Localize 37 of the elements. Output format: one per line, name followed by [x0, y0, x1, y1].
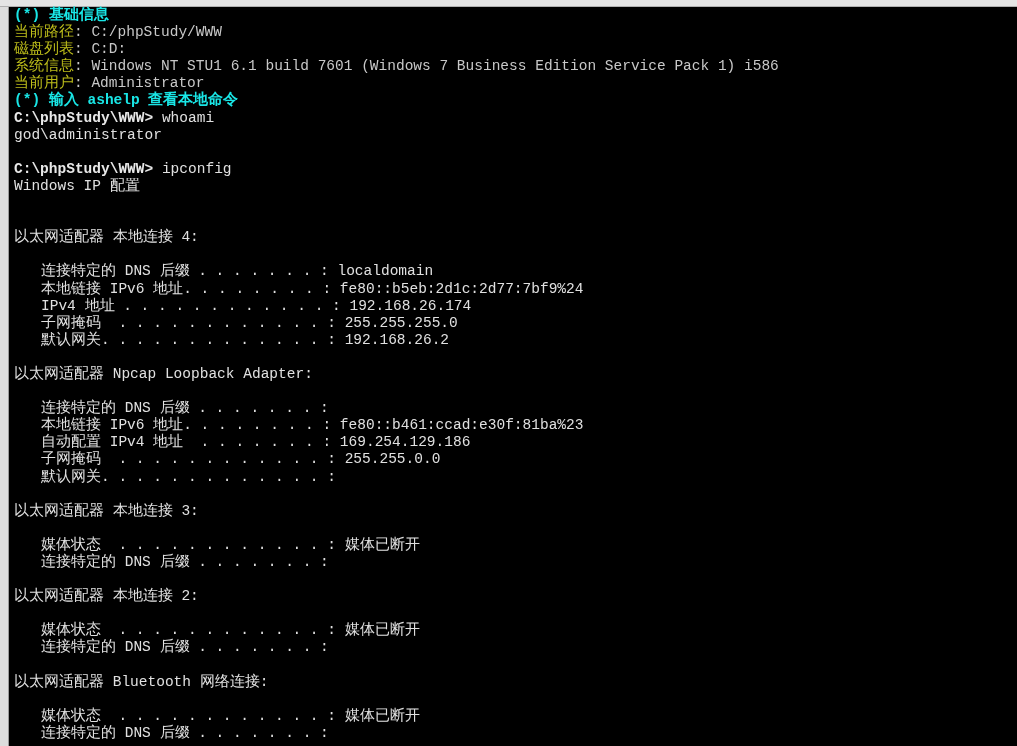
section-header: (*) 基础信息	[14, 7, 109, 23]
config-entry: 默认网关. . . . . . . . . . . . . : 192.168.26.2	[41, 331, 450, 349]
section-header: (*) 输入 ashelp 查看本地命令	[14, 92, 239, 110]
config-entry: 媒体状态 . . . . . . . . . . . . : 媒体已断开	[41, 707, 420, 724]
config-entry: 子网掩码 . . . . . . . . . . . . : 255.255.255.0	[41, 314, 458, 331]
config-entry: 自动配置 IPv4 地址 . . . . . . . : 169.254.129.186	[41, 434, 471, 451]
config-entry: IPv4 地址 . . . . . . . . . . . . : 192.168.26.174	[41, 297, 472, 315]
config-entry: 媒体状态 . . . . . . . . . . . . : 媒体已断开	[41, 622, 420, 639]
output-line: 以太网适配器 本地连接 2:	[14, 588, 199, 606]
config-entry: 连接特定的 DNS 后缀 . . . . . . . :	[41, 554, 329, 572]
command-text: ipconfig	[161, 160, 232, 178]
info-value: : Administrator	[74, 75, 205, 92]
output-line: god\administrator	[14, 126, 162, 144]
info-value: : Windows NT STU1 6.1 build 7601 (Windows 7 Business Edition Service Pack 1) i586	[74, 58, 779, 76]
output-line: 以太网适配器 本地连接 3:	[14, 502, 199, 520]
config-entry: 本地链接 IPv6 地址. . . . . . . . : fe80::b461:ccad:e30f:81ba%23	[41, 417, 584, 434]
config-entry: 连接特定的 DNS 后缀 . . . . . . . : localdomain	[41, 263, 434, 280]
info-label: 磁盘列表	[14, 41, 74, 58]
config-entry: 子网掩码 . . . . . . . . . . . . : 255.255.0.0	[41, 451, 441, 468]
info-value: : C:/phpStudy/WWW	[74, 24, 222, 42]
config-entry: 连接特定的 DNS 后缀 . . . . . . . :	[41, 639, 329, 657]
command-text: whoami	[161, 109, 215, 127]
info-value: : C:D:	[74, 41, 127, 59]
info-label: 当前路径	[14, 24, 74, 41]
config-entry: 连接特定的 DNS 后缀 . . . . . . . :	[41, 724, 329, 743]
config-entry: 连接特定的 DNS 后缀 . . . . . . . :	[41, 400, 329, 417]
config-entry: 媒体状态 . . . . . . . . . . . . : 媒体已断开	[41, 536, 420, 553]
info-label: 系统信息	[14, 58, 74, 75]
command-prompt: C:\phpStudy\WWW>	[14, 109, 154, 127]
command-prompt: C:\phpStudy\WWW>	[14, 160, 154, 178]
output-line: 以太网适配器 本地连接 4:	[14, 229, 199, 247]
config-entry: 本地链接 IPv6 地址. . . . . . . . : fe80::b5eb:2d1c:2d77:7bf9%24	[41, 280, 584, 297]
output-line: 以太网适配器 Bluetooth 网络连接:	[14, 673, 269, 691]
config-entry: 默认网关. . . . . . . . . . . . . :	[41, 468, 336, 486]
output-line: Windows IP 配置	[14, 177, 140, 196]
info-label: 当前用户	[14, 75, 74, 92]
output-line: 以太网适配器 Npcap Loopback Adapter:	[14, 365, 313, 384]
